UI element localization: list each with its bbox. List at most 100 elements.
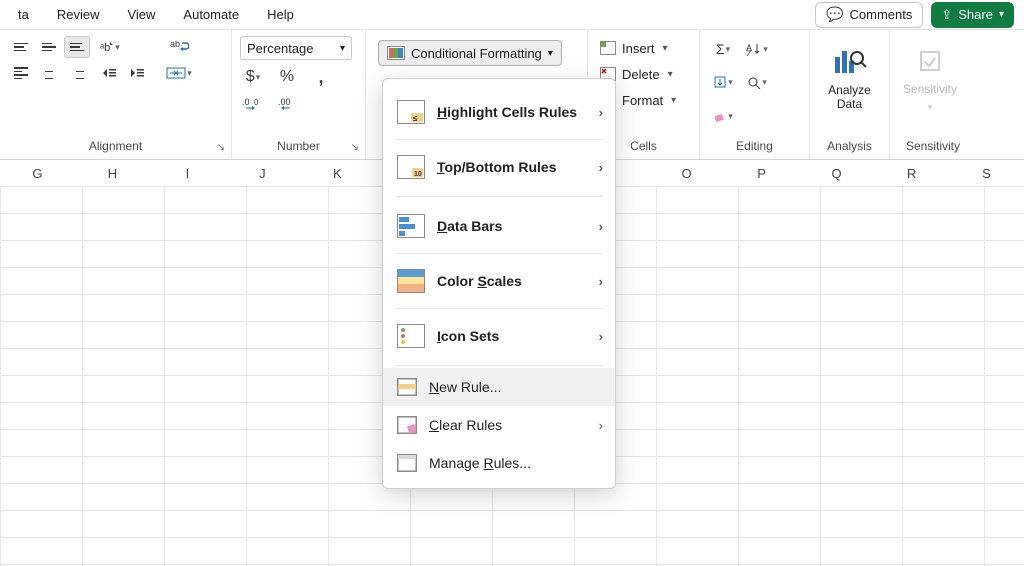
align-center-button[interactable] bbox=[36, 62, 62, 84]
col-header[interactable]: H bbox=[75, 160, 150, 186]
chevron-down-icon: ▾ bbox=[928, 102, 933, 113]
chevron-right-icon: › bbox=[599, 105, 603, 120]
conditional-formatting-menu: ≤ Highlight Cells Rules › 10 Top/Bottom … bbox=[382, 78, 616, 489]
menu-label: Icon Sets bbox=[437, 328, 499, 344]
data-bars-icon bbox=[397, 214, 425, 238]
number-format-select[interactable]: Percentage ▾ bbox=[240, 36, 352, 60]
align-left-button[interactable] bbox=[8, 62, 34, 84]
merge-center-button[interactable]: ▾ bbox=[162, 62, 196, 84]
accounting-format-button[interactable]: $▾ bbox=[240, 66, 266, 88]
svg-text:0: 0 bbox=[254, 98, 259, 107]
top-bottom-icon: 10 bbox=[397, 155, 425, 179]
comment-icon: 💬 bbox=[826, 6, 843, 23]
col-header[interactable]: J bbox=[225, 160, 300, 186]
menu-color-scales[interactable]: Color Scales › bbox=[383, 254, 615, 308]
menu-top-bottom-rules[interactable]: 10 Top/Bottom Rules › bbox=[383, 140, 615, 194]
insert-cells-button[interactable]: Insert ▾ bbox=[596, 36, 672, 60]
menu-new-rule[interactable]: New Rule... bbox=[383, 368, 615, 406]
menu-label: Top/Bottom Rules bbox=[437, 159, 557, 175]
menu-manage-rules[interactable]: Manage Rules... bbox=[383, 444, 615, 482]
menu-label: Color Scales bbox=[437, 273, 522, 289]
menu-icon-sets[interactable]: Icon Sets › bbox=[383, 309, 615, 363]
increase-indent-button[interactable] bbox=[124, 62, 150, 84]
tab-view[interactable]: View bbox=[113, 1, 169, 28]
icon-sets-icon bbox=[397, 324, 425, 348]
chevron-right-icon: › bbox=[599, 274, 603, 289]
manage-rules-icon bbox=[397, 454, 417, 472]
sensitivity-button[interactable]: Sensitivity ▾ bbox=[894, 32, 966, 122]
dialog-launcher-icon[interactable]: ↘ bbox=[351, 142, 359, 153]
conditional-formatting-button[interactable]: Conditional Formatting ▾ bbox=[378, 40, 562, 66]
chevron-right-icon: › bbox=[599, 219, 603, 234]
chevron-down-icon: ▾ bbox=[663, 43, 668, 54]
chevron-down-icon: ▾ bbox=[999, 9, 1004, 20]
sort-filter-button[interactable]: AZ▾ bbox=[742, 38, 772, 60]
col-header[interactable]: I bbox=[150, 160, 225, 186]
conditional-formatting-icon bbox=[387, 46, 405, 60]
share-button[interactable]: ⇪ Share ▾ bbox=[931, 2, 1014, 28]
wrap-text-button[interactable]: ab bbox=[162, 36, 196, 58]
percent-format-button[interactable]: % bbox=[274, 66, 300, 88]
col-header[interactable]: O bbox=[649, 160, 724, 186]
sensitivity-icon bbox=[913, 46, 947, 76]
analyze-data-icon bbox=[833, 47, 867, 77]
chevron-down-icon: ▾ bbox=[187, 68, 192, 79]
col-header[interactable]: S bbox=[949, 160, 1024, 186]
svg-text:ab: ab bbox=[170, 39, 180, 49]
menu-highlight-cells-rules[interactable]: ≤ Highlight Cells Rules › bbox=[383, 85, 615, 139]
comments-button[interactable]: 💬 Comments bbox=[815, 2, 923, 28]
orientation-button[interactable]: ᵃb ▾ bbox=[96, 36, 122, 58]
comma-format-button[interactable]: , bbox=[308, 66, 334, 88]
chevron-down-icon: ▾ bbox=[340, 43, 345, 54]
highlight-cells-icon: ≤ bbox=[397, 100, 425, 124]
clear-rules-icon bbox=[397, 416, 417, 434]
sensitivity-label: Sensitivity bbox=[903, 82, 957, 96]
comments-label: Comments bbox=[850, 7, 913, 22]
color-scales-icon bbox=[397, 269, 425, 293]
fill-button[interactable]: ▾ bbox=[708, 72, 738, 94]
chevron-right-icon: › bbox=[599, 329, 603, 344]
conditional-formatting-label: Conditional Formatting bbox=[411, 46, 542, 61]
chevron-down-icon: ▾ bbox=[548, 48, 553, 59]
svg-text:10: 10 bbox=[414, 171, 422, 178]
align-right-button[interactable] bbox=[64, 62, 90, 84]
svg-text:.0: .0 bbox=[242, 97, 250, 107]
align-middle-button[interactable] bbox=[36, 36, 62, 58]
menu-clear-rules[interactable]: Clear Rules › bbox=[383, 406, 615, 444]
clear-button[interactable]: ▾ bbox=[708, 105, 738, 127]
col-header[interactable]: P bbox=[724, 160, 799, 186]
tab-help[interactable]: Help bbox=[253, 1, 308, 28]
increase-decimal-button[interactable]: .0 0 bbox=[240, 94, 266, 116]
col-header[interactable]: K bbox=[300, 160, 375, 186]
tab-review[interactable]: Review bbox=[43, 1, 114, 28]
col-header[interactable]: Q bbox=[799, 160, 874, 186]
share-label: Share bbox=[958, 7, 993, 22]
align-top-button[interactable] bbox=[8, 36, 34, 58]
group-label-alignment: Alignment ↘ bbox=[0, 135, 231, 159]
col-header[interactable]: G bbox=[0, 160, 75, 186]
dialog-launcher-icon[interactable]: ↘ bbox=[217, 142, 225, 153]
group-label-editing: Editing bbox=[700, 135, 809, 159]
menu-label: Data Bars bbox=[437, 218, 502, 234]
find-select-button[interactable]: ▾ bbox=[742, 72, 772, 94]
group-editing: Σ▾ AZ▾ ▾ ▾ ▾ Editing bbox=[700, 30, 810, 159]
align-bottom-button[interactable] bbox=[64, 36, 90, 58]
chevron-down-icon: ▾ bbox=[256, 72, 261, 83]
new-rule-icon bbox=[397, 378, 417, 396]
col-header[interactable]: R bbox=[874, 160, 949, 186]
decrease-indent-button[interactable] bbox=[96, 62, 122, 84]
group-alignment: ᵃb ▾ ab bbox=[0, 30, 232, 159]
svg-text:≤: ≤ bbox=[413, 114, 418, 123]
group-number: Percentage ▾ $▾ % , .00 .00 Number ↘ bbox=[232, 30, 366, 159]
menu-data-bars[interactable]: Data Bars › bbox=[383, 199, 615, 253]
decrease-decimal-button[interactable]: .00 bbox=[276, 94, 302, 116]
autosum-button[interactable]: Σ▾ bbox=[708, 38, 738, 60]
analyze-data-button[interactable]: Analyze Data bbox=[814, 32, 885, 122]
menu-label: Clear Rules bbox=[429, 417, 502, 433]
group-label-analysis: Analysis bbox=[810, 135, 889, 159]
svg-text:ᵃb: ᵃb bbox=[100, 42, 110, 54]
analyze-data-label: Analyze Data bbox=[828, 83, 871, 111]
tab-data-partial[interactable]: ta bbox=[4, 1, 43, 28]
menu-label: New Rule... bbox=[429, 379, 501, 395]
tab-automate[interactable]: Automate bbox=[169, 1, 253, 28]
